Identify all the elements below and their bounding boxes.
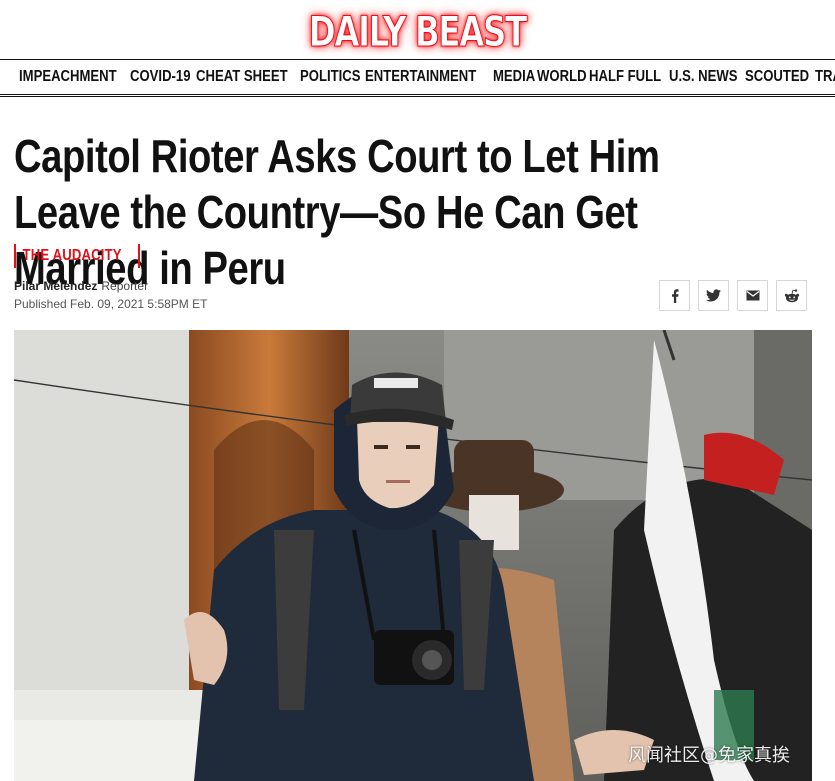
published-date: Published Feb. 09, 2021 5:58PM ET xyxy=(14,297,208,311)
nav-item-us-news[interactable]: U.S. NEWS xyxy=(669,68,738,86)
site-logo[interactable]: DAILY BEAST xyxy=(309,6,528,56)
nav-item-covid-19[interactable]: COVID-19 xyxy=(130,68,191,86)
email-icon xyxy=(746,290,759,301)
article-headline: Capitol Rioter Asks Court to Let Him Lea… xyxy=(14,130,660,294)
byline: Pilar Melendez Reporter xyxy=(14,279,148,293)
photo-watermark: 风闻社区@免家真挨 xyxy=(628,745,790,766)
article-kicker[interactable]: THE AUDACITY xyxy=(14,244,140,268)
nav-item-entertainment[interactable]: ENTERTAINMENT xyxy=(365,68,476,86)
nav-item-scouted[interactable]: SCOUTED xyxy=(745,68,809,86)
nav-item-cheat-sheet[interactable]: CHEAT SHEET xyxy=(196,68,288,86)
facebook-icon xyxy=(671,288,679,303)
main-nav: IMPEACHMENT COVID-19 CHEAT SHEET POLITIC… xyxy=(0,59,835,97)
share-twitter-button[interactable] xyxy=(698,280,729,311)
twitter-icon xyxy=(706,289,721,302)
capitol-rioter-photo xyxy=(14,330,812,781)
share-facebook-button[interactable] xyxy=(659,280,690,311)
nav-item-media[interactable]: MEDIA xyxy=(493,68,535,86)
site-header: DAILY BEAST xyxy=(0,0,835,60)
reddit-icon xyxy=(784,288,799,302)
nav-item-travel[interactable]: TRAVEL xyxy=(815,68,835,86)
nav-item-world[interactable]: WORLD xyxy=(537,68,587,86)
share-buttons xyxy=(659,280,807,311)
author-role: Reporter xyxy=(101,279,149,293)
nav-item-politics[interactable]: POLITICS xyxy=(300,68,361,86)
kicker-label: THE AUDACITY xyxy=(22,247,122,264)
logo-bar: DAILY BEAST xyxy=(0,0,835,60)
share-email-button[interactable] xyxy=(737,280,768,311)
author-name[interactable]: Pilar Melendez xyxy=(14,279,97,293)
article-hero-photo[interactable]: 风闻社区@免家真挨 xyxy=(14,330,812,781)
kicker-bar-right xyxy=(137,244,140,268)
share-reddit-button[interactable] xyxy=(776,280,807,311)
nav-item-half-full[interactable]: HALF FULL xyxy=(589,68,661,86)
nav-item-impeachment[interactable]: IMPEACHMENT xyxy=(19,68,117,86)
